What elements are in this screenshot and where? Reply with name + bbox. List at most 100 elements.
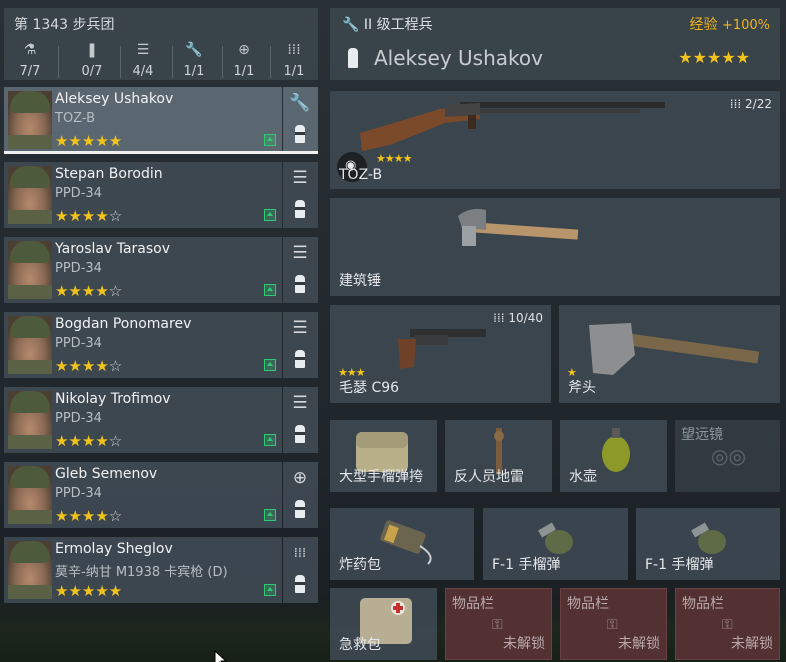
soldier-class: 🔧 II 级工程兵 [342, 17, 433, 33]
bullet-icon [295, 500, 305, 518]
divider [58, 46, 59, 78]
inventory-slot-locked: 物品栏 ⚿ 未解锁 [675, 588, 780, 660]
level-up-icon [264, 359, 276, 371]
grenade-slot[interactable]: F-1 手榴弹 [636, 508, 780, 580]
person-icon: ⚗ [23, 42, 37, 58]
level-up-icon [264, 284, 276, 296]
experience-bonus: 经验 +100% [689, 17, 770, 33]
bullet-icon [295, 425, 305, 443]
grenade-name: 炸药包 [339, 557, 381, 573]
soldier-name: Bogdan Ponomarev [55, 316, 192, 332]
grenade-slot[interactable]: F-1 手榴弹 [483, 508, 628, 580]
inventory-title: 物品栏 [567, 596, 609, 612]
soldier-portrait [8, 391, 52, 449]
bullet-icon [295, 125, 305, 143]
soldier-name: Ermolay Sheglov [55, 541, 173, 557]
soldier-portrait [8, 541, 52, 599]
soldier-portrait [8, 166, 52, 224]
rifle-icon: ❚ [86, 42, 98, 58]
inventory-title: 物品栏 [682, 596, 724, 612]
soldier-name: Aleksey Ushakov [55, 91, 174, 107]
stat-medic: ⊕ 1/1 [220, 42, 268, 79]
soldier-card[interactable]: Ermolay Sheglov 莫辛-纳甘 M1938 卡宾枪 (D) ★★★★… [4, 537, 282, 603]
bullet-icon [295, 575, 305, 593]
melee-weapon-slot[interactable]: ★ 斧头 [559, 305, 780, 403]
list-icon: ☰ [292, 393, 308, 413]
level-up-icon [264, 209, 276, 221]
soldier-role-box[interactable]: ☰ [283, 237, 318, 303]
stat-ammo: ⁞⁞⁞ 1/1 [270, 42, 318, 79]
soldier-card[interactable]: Stepan Borodin PPD-34 ★★★★☆ [4, 162, 282, 228]
mouse-cursor-icon [214, 650, 228, 662]
first-aid-name: 急救包 [339, 637, 381, 653]
binoculars-icon: ◎◎ [711, 444, 746, 468]
soldier-role-box[interactable]: 🔧 [283, 87, 318, 153]
weapon-name: TOZ-B [339, 167, 383, 183]
inventory-title: 物品栏 [452, 596, 494, 612]
canteen-image [602, 428, 630, 472]
axe-image [589, 323, 760, 375]
medic-icon: ⊕ [238, 42, 250, 58]
locked-status: 未解锁 [731, 636, 773, 652]
ammo-icon: ⁞⁞⁞ [287, 42, 301, 58]
weapon-rating: ★★★★ [376, 152, 412, 165]
soldier-name: Gleb Semenov [55, 466, 158, 482]
soldier-rating: ★★★★★ [55, 132, 123, 150]
soldier-card[interactable]: Yaroslav Tarasov PPD-34 ★★★★☆ [4, 237, 282, 303]
tool-slot[interactable]: 建筑锤 [330, 198, 780, 296]
ammo-icon: ⁞⁞⁞ [293, 546, 307, 561]
soldier-role-box[interactable]: ☰ [283, 312, 318, 378]
grenade-name: F-1 手榴弹 [645, 557, 714, 573]
level-up-icon [264, 134, 276, 146]
soldier-portrait [8, 241, 52, 299]
inventory-slot-locked: 物品栏 ⚿ 未解锁 [445, 588, 552, 660]
gear-slot-mine[interactable]: 反人员地雷 [445, 420, 552, 492]
bullet-icon [295, 350, 305, 368]
soldier-weapon: PPD-34 [55, 336, 102, 351]
selection-indicator [4, 151, 318, 154]
wrench-icon: 🔧 [185, 42, 203, 58]
wrench-icon: 🔧 [289, 93, 311, 113]
soldier-name: Yaroslav Tarasov [55, 241, 171, 257]
soldier-weapon: PPD-34 [55, 411, 102, 426]
soldier-rating: ★★★★☆ [55, 357, 123, 375]
list-icon: ☰ [292, 243, 308, 263]
lock-icon: ⚿ [722, 617, 733, 633]
secondary-weapon-slot[interactable]: ★★★ 毛瑟 C96 ⁞⁞⁞ 10/40 [330, 305, 551, 403]
primary-weapon-slot[interactable]: ◉ ★★★★ TOZ-B ⁞⁞⁞ 2/22 [330, 91, 780, 189]
gear-name: 望远镜 [681, 427, 723, 443]
gear-name: 大型手榴弹挎 [339, 469, 423, 485]
locked-status: 未解锁 [503, 636, 545, 652]
inventory-slot-locked: 物品栏 ⚿ 未解锁 [560, 588, 667, 660]
gear-slot-canteen[interactable]: 水壶 [560, 420, 667, 492]
soldier-rating: ★★★★☆ [55, 432, 123, 450]
pistol-image [398, 329, 486, 369]
first-aid-slot[interactable]: 急救包 [330, 588, 437, 660]
stat-engineer: 🔧 1/1 [170, 42, 218, 79]
soldier-card[interactable]: Bogdan Ponomarev PPD-34 ★★★★☆ [4, 312, 282, 378]
soldier-weapon: PPD-34 [55, 486, 102, 501]
soldier-card[interactable]: Aleksey Ushakov TOZ-B ★★★★★ [4, 87, 282, 153]
tool-name: 建筑锤 [339, 273, 381, 289]
soldier-rating: ★★★★☆ [55, 282, 123, 300]
soldier-role-box[interactable]: ☰ [283, 387, 318, 453]
grenade-slot[interactable]: 炸药包 [330, 508, 474, 580]
squad-summary-panel: 第 1343 步兵团 ⚗ 7/7 ❚ 0/7 ☰ 4/4 🔧 1/1 ⊕ 1/1… [4, 8, 318, 80]
soldier-portrait [8, 91, 52, 149]
soldier-card[interactable]: Gleb Semenov PPD-34 ★★★★☆ [4, 462, 282, 528]
soldier-card[interactable]: Nikolay Trofimov PPD-34 ★★★★☆ [4, 387, 282, 453]
soldier-rating: ★★★★☆ [55, 507, 123, 525]
soldier-weapon: PPD-34 [55, 186, 102, 201]
bullet-icon [348, 48, 358, 68]
soldier-rating: ★★★★★ [678, 48, 750, 67]
soldier-role-box[interactable]: ⁞⁞⁞ [283, 537, 318, 603]
soldier-portrait [8, 466, 52, 524]
gear-slot-grenade-bag[interactable]: 大型手榴弹挎 [330, 420, 437, 492]
soldier-role-box[interactable]: ☰ [283, 162, 318, 228]
lock-icon: ⚿ [492, 617, 503, 633]
soldier-portrait [8, 316, 52, 374]
soldier-name-title: Aleksey Ushakov [374, 46, 543, 70]
soldier-role-box[interactable]: ⊕ [283, 462, 318, 528]
list-icon: ☰ [292, 168, 308, 188]
bullet-icon [295, 200, 305, 218]
